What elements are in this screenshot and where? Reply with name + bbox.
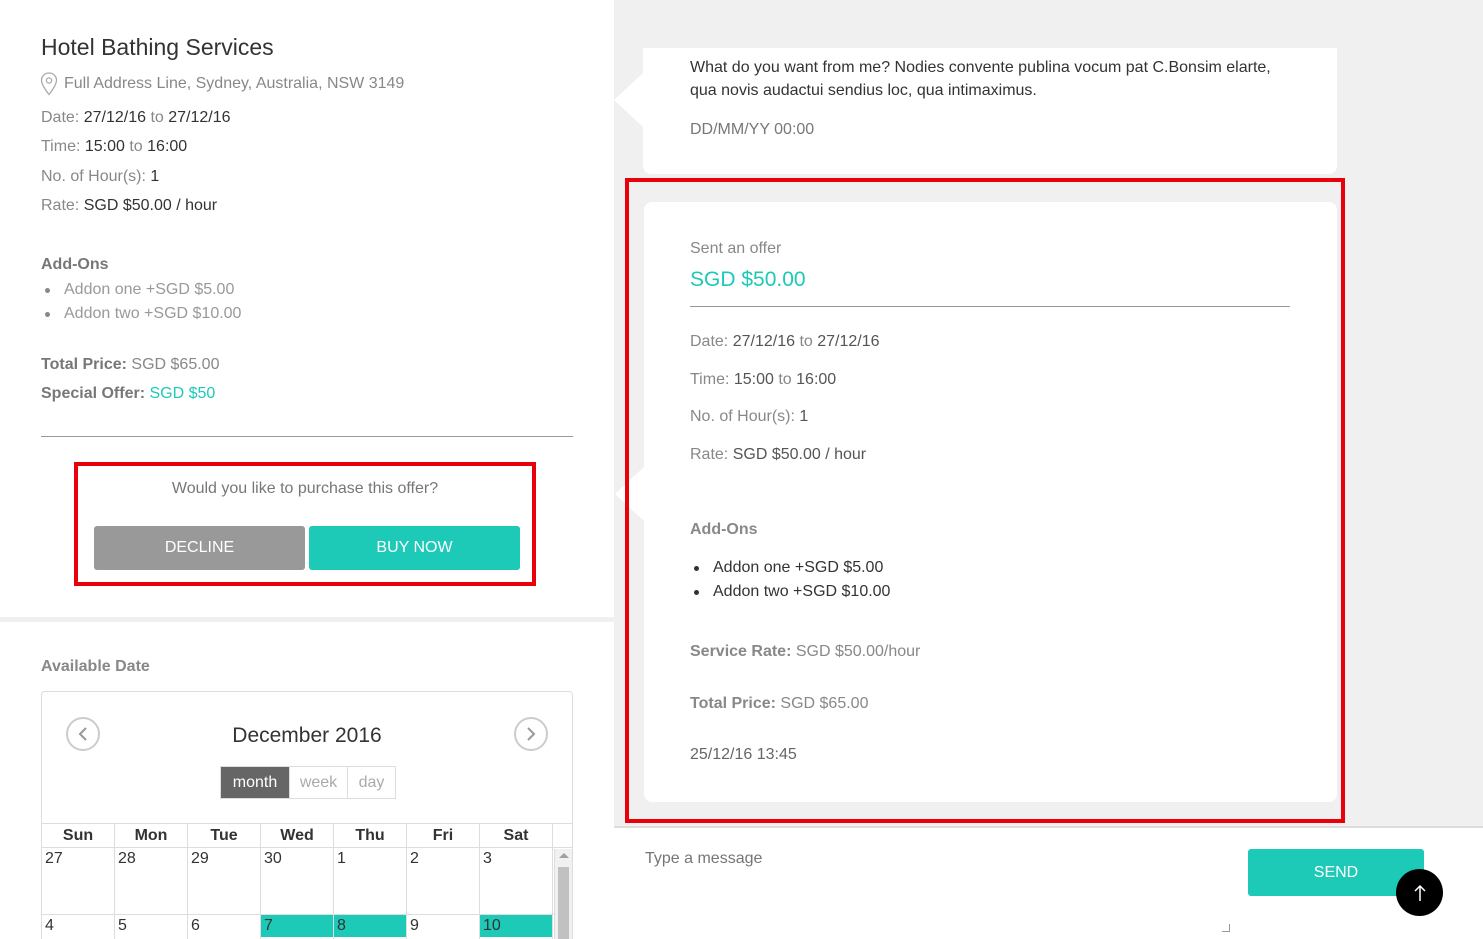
total-price: Total Price: SGD $65.00 <box>41 356 220 373</box>
view-week-button[interactable]: week <box>290 767 348 798</box>
service-date: Date: 27/12/16 to 27/12/16 <box>41 109 231 126</box>
weekday-header: Sun Mon Tue Wed Thu Fri Sat <box>42 823 572 848</box>
weekday-thu: Thu <box>334 824 407 847</box>
buy-now-button[interactable]: BUY NOW <box>309 526 520 570</box>
weekday-mon: Mon <box>115 824 188 847</box>
offer-rate: Rate: SGD $50.00 / hour <box>690 446 867 463</box>
calendar-day[interactable]: 9 <box>407 915 480 939</box>
calendar-month-title: December 2016 <box>232 724 382 747</box>
calendar-day[interactable]: 5 <box>115 915 188 939</box>
message-input[interactable] <box>614 828 1232 936</box>
resize-handle[interactable] <box>1222 924 1230 932</box>
addons-heading: Add-Ons <box>41 256 109 273</box>
view-month-button[interactable]: month <box>221 767 290 798</box>
list-item: Addon one +SGD $5.00 <box>45 278 241 302</box>
decline-button[interactable]: DECLINE <box>94 526 305 570</box>
calendar-day[interactable]: 1 <box>334 848 407 914</box>
purchase-question: Would you like to purchase this offer? <box>171 480 439 497</box>
offer-addons-list: Addon one +SGD $5.00 Addon two +SGD $10.… <box>694 556 890 604</box>
offer-service-rate: Service Rate: SGD $50.00/hour <box>690 643 921 660</box>
weekday-sun: Sun <box>42 824 115 847</box>
offer-addons-heading: Add-Ons <box>690 521 758 538</box>
offer-sent-label: Sent an offer <box>690 240 782 257</box>
available-date-label: Available Date <box>41 658 150 675</box>
chat-message: What do you want from me? Nodies convent… <box>643 48 1337 174</box>
calendar-day[interactable]: 30 <box>261 848 334 914</box>
service-details-panel: Hotel Bathing Services Full Address Line… <box>0 0 614 617</box>
list-item: Addon one +SGD $5.00 <box>694 556 890 580</box>
message-text: What do you want from me? Nodies convent… <box>690 59 1271 99</box>
divider <box>690 306 1290 307</box>
service-address: Full Address Line, Sydney, Australia, NS… <box>40 72 404 96</box>
calendar-day[interactable]: 29 <box>188 848 261 914</box>
calendar-week-row: 27 28 29 30 1 2 3 <box>42 848 572 915</box>
service-title: Hotel Bathing Services <box>41 34 274 60</box>
service-hours: No. of Hour(s): 1 <box>41 168 160 185</box>
bubble-tail <box>615 466 645 522</box>
arrow-up-icon <box>1413 884 1426 901</box>
calendar-day[interactable]: 28 <box>115 848 188 914</box>
offer-message: Sent an offer SGD $50.00 Date: 27/12/16 … <box>644 202 1337 802</box>
purchase-offer-box: Would you like to purchase this offer? D… <box>74 462 536 586</box>
location-pin-icon <box>40 72 58 96</box>
scroll-up-arrow-icon[interactable] <box>559 853 569 858</box>
weekday-sat: Sat <box>480 824 553 847</box>
service-rate: Rate: SGD $50.00 / hour <box>41 197 218 214</box>
special-offer: Special Offer: SGD $50 <box>41 385 216 402</box>
weekday-tue: Tue <box>188 824 261 847</box>
weekday-wed: Wed <box>261 824 334 847</box>
list-item: Addon two +SGD $10.00 <box>45 302 241 326</box>
message-time: DD/MM/YY 00:00 <box>690 121 815 138</box>
divider <box>41 436 573 437</box>
calendar-day-available[interactable]: 8 <box>334 915 407 939</box>
calendar-day-available[interactable]: 7 <box>261 915 334 939</box>
list-item: Addon two +SGD $10.00 <box>694 580 890 604</box>
chat-panel: What do you want from me? Nodies convent… <box>614 0 1483 826</box>
calendar-day[interactable]: 27 <box>42 848 115 914</box>
offer-total-price: Total Price: SGD $65.00 <box>690 695 869 712</box>
offer-date: Date: 27/12/16 to 27/12/16 <box>690 333 880 350</box>
addons-list: Addon one +SGD $5.00 Addon two +SGD $10.… <box>45 278 241 326</box>
calendar-view-toggle: month week day <box>220 766 396 799</box>
message-composer: SEND <box>614 826 1483 939</box>
offer-hours: No. of Hour(s): 1 <box>690 408 809 425</box>
calendar-grid: Sun Mon Tue Wed Thu Fri Sat 27 28 29 30 … <box>42 823 572 939</box>
scrollbar-thumb[interactable] <box>558 867 569 939</box>
offer-timestamp: 25/12/16 13:45 <box>690 746 797 763</box>
offer-price: SGD $50.00 <box>690 268 806 291</box>
calendar-day[interactable]: 3 <box>480 848 553 914</box>
calendar-day[interactable]: 4 <box>42 915 115 939</box>
offer-time: Time: 15:00 to 16:00 <box>690 371 837 388</box>
calendar-day-available[interactable]: 10 <box>480 915 553 939</box>
calendar-week-row: 4 5 6 7 8 9 10 <box>42 915 572 939</box>
scroll-to-top-button[interactable] <box>1396 869 1443 916</box>
calendar-day[interactable]: 2 <box>407 848 480 914</box>
view-day-button[interactable]: day <box>348 767 395 798</box>
address-text: Full Address Line, Sydney, Australia, NS… <box>64 75 405 92</box>
bubble-tail <box>614 72 644 128</box>
chevron-right-icon <box>527 727 536 741</box>
weekday-fri: Fri <box>407 824 480 847</box>
calendar-scrollbar[interactable] <box>554 849 572 939</box>
next-month-button[interactable] <box>514 717 548 751</box>
calendar-day[interactable]: 6 <box>188 915 261 939</box>
service-time: Time: 15:00 to 16:00 <box>41 138 188 155</box>
calendar: December 2016 month week day Sun Mon Tue… <box>41 691 573 939</box>
